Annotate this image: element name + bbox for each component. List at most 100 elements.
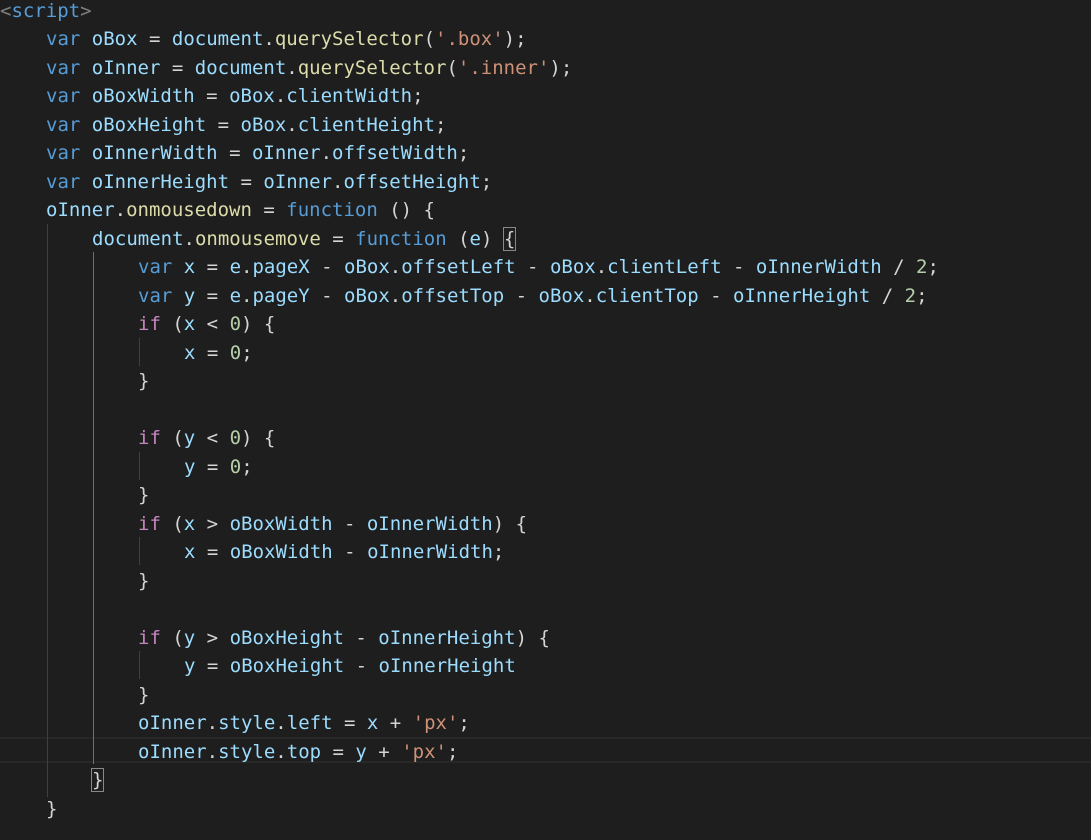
code-token: = xyxy=(194,85,230,107)
code-token: + xyxy=(378,712,413,734)
code-token: = xyxy=(160,56,195,79)
code-token: ; xyxy=(412,85,424,107)
code-token: oInner xyxy=(46,199,115,221)
code-token: y xyxy=(355,740,367,763)
code-token: var xyxy=(138,284,173,307)
code-token: = xyxy=(195,455,230,478)
code-token: = xyxy=(195,284,230,307)
code-token: ; xyxy=(435,113,447,136)
code-token: ; xyxy=(492,541,505,563)
code-token: function xyxy=(355,227,447,250)
code-line: if (x > oBoxWidth - oInnerWidth) { xyxy=(138,510,527,539)
code-token: oInnerHeight xyxy=(91,170,230,193)
code-token: - xyxy=(332,512,367,535)
bracket-match-open: { xyxy=(502,226,517,251)
indent-guide xyxy=(139,452,140,480)
code-token: ( xyxy=(446,227,470,250)
code-token: = xyxy=(229,170,264,193)
code-token: = xyxy=(195,256,230,278)
code-token: ); xyxy=(549,56,573,79)
code-token: ( xyxy=(446,56,458,79)
code-token: var xyxy=(46,142,81,164)
code-token: . xyxy=(114,199,127,221)
code-token: ; xyxy=(916,284,928,307)
code-token: document xyxy=(92,227,184,250)
code-token: . xyxy=(389,284,402,307)
code-token: y xyxy=(183,626,196,649)
code-line: } xyxy=(90,766,105,795)
code-token: clientWidth xyxy=(286,85,413,107)
code-token: if xyxy=(138,427,161,449)
code-line: } xyxy=(138,681,149,710)
code-token: querySelector xyxy=(274,28,424,50)
code-token: = xyxy=(332,712,367,734)
code-line: y = 0; xyxy=(184,453,253,482)
code-token: 'px' xyxy=(412,712,459,734)
code-token: } xyxy=(138,569,150,592)
code-line: oInner.style.top = y + 'px'; xyxy=(138,738,458,767)
code-editor[interactable]: <script> var oBox = document. querySelect… xyxy=(0,0,1091,840)
code-token: . xyxy=(206,712,219,734)
code-token: . xyxy=(320,142,333,164)
code-token: } xyxy=(46,797,58,820)
code-token: ; xyxy=(927,256,939,278)
code-token: . xyxy=(241,284,253,307)
code-token: oBox xyxy=(538,284,585,307)
code-token: 0 xyxy=(229,313,242,335)
code-token: if xyxy=(138,512,161,535)
code-token: - xyxy=(698,284,733,307)
code-token: . xyxy=(274,85,287,107)
code-token: top xyxy=(286,740,322,763)
code-line: <script> xyxy=(0,0,92,25)
code-token: pageY xyxy=(252,284,310,307)
code-token: . xyxy=(275,712,287,734)
code-token: onmousemove xyxy=(194,227,321,250)
code-token: } xyxy=(138,484,150,506)
code-line: if (y < 0) { xyxy=(138,424,275,453)
code-token: = xyxy=(321,740,356,763)
code-token: } xyxy=(138,370,150,392)
code-line: oInner.style.left = x + 'px'; xyxy=(138,709,470,738)
code-token: 0 xyxy=(229,455,242,478)
code-token: oInnerWidth xyxy=(91,142,218,164)
code-token: . xyxy=(286,56,298,79)
code-token: ) { xyxy=(241,427,276,449)
code-token: style xyxy=(218,740,276,763)
code-token: . xyxy=(584,284,596,307)
code-line: x = oBoxWidth - oInnerWidth; xyxy=(184,538,504,567)
code-line: } xyxy=(138,367,149,396)
code-token: = xyxy=(251,199,287,221)
code-token: ( xyxy=(160,626,184,649)
code-token: + xyxy=(366,740,402,763)
code-token: - xyxy=(309,256,344,278)
code-token: '.box' xyxy=(435,28,504,50)
code-token: = xyxy=(195,655,230,677)
code-token: x xyxy=(184,541,196,563)
code-token: ( xyxy=(160,512,184,535)
code-token: y xyxy=(183,284,196,307)
code-token: var xyxy=(46,56,81,79)
code-token: . xyxy=(241,256,253,278)
code-token: - xyxy=(343,626,379,649)
code-token: - xyxy=(332,541,368,563)
code-line: var y = e.pageY - oBox.offsetTop - oBox.… xyxy=(138,282,928,311)
code-token: var xyxy=(46,170,81,193)
code-token: . xyxy=(286,113,298,136)
code-token: / xyxy=(870,284,905,307)
indent-guide xyxy=(139,537,140,565)
code-line: if (y > oBoxHeight - oInnerHeight) { xyxy=(138,624,550,653)
code-token: var xyxy=(138,256,173,278)
code-token: oBox xyxy=(549,256,596,278)
code-token: document xyxy=(194,56,287,79)
code-token: oBox xyxy=(229,85,275,107)
code-line: var oInner = document.querySelector('.in… xyxy=(46,54,572,83)
code-token: = xyxy=(195,541,230,563)
code-token: oInnerWidth xyxy=(366,512,493,535)
code-line: oInner.onmousedown = function () { xyxy=(46,196,435,225)
code-token: ( xyxy=(423,28,436,50)
